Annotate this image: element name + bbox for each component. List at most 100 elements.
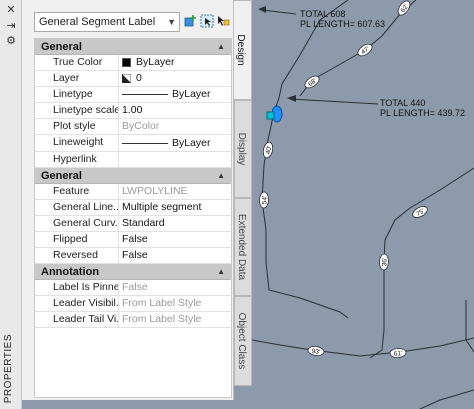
- segment-label: 62': [397, 0, 411, 16]
- leader-line: [289, 98, 379, 105]
- property-name: Linetype: [35, 87, 119, 103]
- linetype-sample: [122, 94, 168, 96]
- tab-display[interactable]: Display: [234, 100, 252, 198]
- property-value[interactable]: ByLayer: [119, 135, 231, 150]
- property-value[interactable]: ByLayer: [119, 87, 231, 102]
- category-title: General: [41, 169, 82, 182]
- category-title: Annotation: [41, 266, 100, 279]
- svg-text:40': 40': [265, 145, 274, 155]
- svg-text:93': 93': [311, 348, 320, 356]
- polyline-segment[interactable]: [419, 389, 474, 409]
- close-icon[interactable]: ✕: [4, 4, 18, 16]
- object-type-dropdown[interactable]: General Segment Label ▼: [34, 12, 180, 32]
- property-value[interactable]: False: [119, 232, 231, 247]
- property-value[interactable]: Standard: [119, 216, 231, 231]
- polyline-segment[interactable]: [261, 0, 349, 319]
- property-value: From Label Style: [122, 313, 202, 326]
- property-name: Hyperlink: [35, 151, 119, 167]
- collapse-arrow-icon[interactable]: ▲: [217, 39, 225, 55]
- length-label: PL LENGTH= 439.72: [380, 108, 465, 118]
- property-row-feature[interactable]: Feature LWPOLYLINE: [35, 183, 231, 200]
- property-name: True Color: [35, 55, 119, 71]
- svg-text:36': 36': [381, 258, 388, 267]
- property-name: Label Is Pinned: [35, 280, 119, 296]
- property-row-true-color[interactable]: True Color ByLayer: [35, 55, 231, 72]
- polyline-segment[interactable]: [465, 300, 474, 353]
- tab-object-class[interactable]: Object Class: [234, 296, 252, 386]
- auto-hide-icon[interactable]: ⇥: [4, 20, 18, 32]
- property-name: Lineweight: [35, 135, 119, 151]
- tab-design[interactable]: Design: [234, 0, 252, 100]
- tab-label: Object Class: [236, 312, 247, 370]
- property-name: Linetype scale: [35, 103, 119, 119]
- property-value[interactable]: [119, 152, 231, 167]
- property-name: Reversed: [35, 248, 119, 264]
- property-name: Layer: [35, 71, 119, 87]
- leader-line: [261, 9, 297, 15]
- property-value[interactable]: 1.00: [119, 103, 231, 118]
- property-row-layer[interactable]: Layer 0: [35, 71, 231, 88]
- property-row-general-curve[interactable]: General Curv... Standard: [35, 215, 231, 232]
- property-value[interactable]: Multiple segment: [119, 200, 231, 215]
- property-row-linetype-scale[interactable]: Linetype scale 1.00: [35, 103, 231, 120]
- property-row-general-line[interactable]: General Line... Multiple segment: [35, 199, 231, 216]
- tab-label: Extended Data: [236, 213, 247, 281]
- selection-grip-square[interactable]: [266, 111, 275, 120]
- svg-text:61': 61': [394, 350, 403, 358]
- property-value: False: [122, 281, 148, 294]
- property-row-lineweight[interactable]: Lineweight ByLayer: [35, 135, 231, 152]
- property-name: General Curv...: [35, 215, 119, 231]
- property-value[interactable]: ByLayer: [119, 55, 231, 70]
- collapse-arrow-icon[interactable]: ▲: [217, 168, 225, 184]
- tab-label: Design: [235, 34, 246, 66]
- color-swatch-icon: [122, 58, 131, 68]
- length-label: PL LENGTH= 607.63: [300, 19, 385, 29]
- property-row-label-is-pinned[interactable]: Label Is Pinned False: [35, 280, 231, 297]
- property-value: LWPOLYLINE: [122, 184, 188, 197]
- property-name: Feature: [35, 183, 119, 199]
- property-grid: General ▲ True Color ByLayer Layer 0 Lin…: [34, 38, 232, 398]
- property-row-plot-style[interactable]: Plot style ByColor: [35, 119, 231, 136]
- segment-label: 61': [389, 348, 407, 358]
- tab-extended-data[interactable]: Extended Data: [234, 198, 252, 296]
- total-label: TOTAL 608: [300, 9, 345, 19]
- object-type-value: General Segment Label: [39, 16, 156, 28]
- quick-select-icon[interactable]: [216, 14, 230, 28]
- category-header-annotation[interactable]: Annotation ▲: [35, 264, 231, 281]
- collapse-arrow-icon[interactable]: ▲: [217, 264, 225, 280]
- leader-arrowhead: [258, 6, 266, 13]
- properties-palette: General Segment Label ▼ General ▲ True C…: [22, 0, 234, 400]
- property-row-flipped[interactable]: Flipped False: [35, 231, 231, 249]
- settings-gear-icon[interactable]: ⚙: [4, 35, 18, 47]
- tab-label: Display: [236, 132, 247, 166]
- leader-arrowhead: [287, 95, 296, 102]
- toggle-pickadd-icon[interactable]: [184, 14, 198, 28]
- property-value: From Label Style: [122, 297, 202, 310]
- segment-label: 36': [379, 253, 389, 271]
- property-row-linetype[interactable]: Linetype ByLayer: [35, 87, 231, 104]
- chevron-down-icon: ▼: [167, 17, 176, 27]
- property-row-leader-tail-visibility[interactable]: Leader Tail Vi... From Label Style: [35, 312, 231, 329]
- property-row-hyperlink[interactable]: Hyperlink: [35, 151, 231, 168]
- lineweight-sample: [122, 142, 168, 144]
- select-objects-icon[interactable]: [200, 14, 214, 28]
- svg-text:54': 54': [261, 196, 268, 205]
- palette-tab-strip: Design Display Extended Data Object Clas…: [234, 0, 252, 400]
- layer-icon: [122, 74, 131, 84]
- property-value: ByColor: [122, 120, 160, 133]
- property-name: Leader Tail Vi...: [35, 312, 119, 328]
- property-value[interactable]: False: [119, 248, 231, 263]
- property-row-reversed[interactable]: Reversed False: [35, 248, 231, 265]
- segment-label: 93': [307, 346, 325, 356]
- selection-row: General Segment Label ▼: [34, 12, 234, 34]
- category-header-general-label[interactable]: General ▲: [35, 167, 231, 184]
- category-header-general[interactable]: General ▲: [35, 39, 231, 55]
- property-name: General Line...: [35, 199, 119, 215]
- property-name: Flipped: [35, 231, 119, 248]
- property-name: Leader Visibil...: [35, 296, 119, 312]
- segment-label: 40': [262, 141, 274, 159]
- property-value[interactable]: 0: [119, 71, 231, 86]
- property-row-leader-visibility[interactable]: Leader Visibil... From Label Style: [35, 296, 231, 313]
- palette-title-strip[interactable]: ✕ ⇥ ⚙ PROPERTIES: [0, 0, 22, 409]
- polyline-segment[interactable]: [251, 337, 474, 357]
